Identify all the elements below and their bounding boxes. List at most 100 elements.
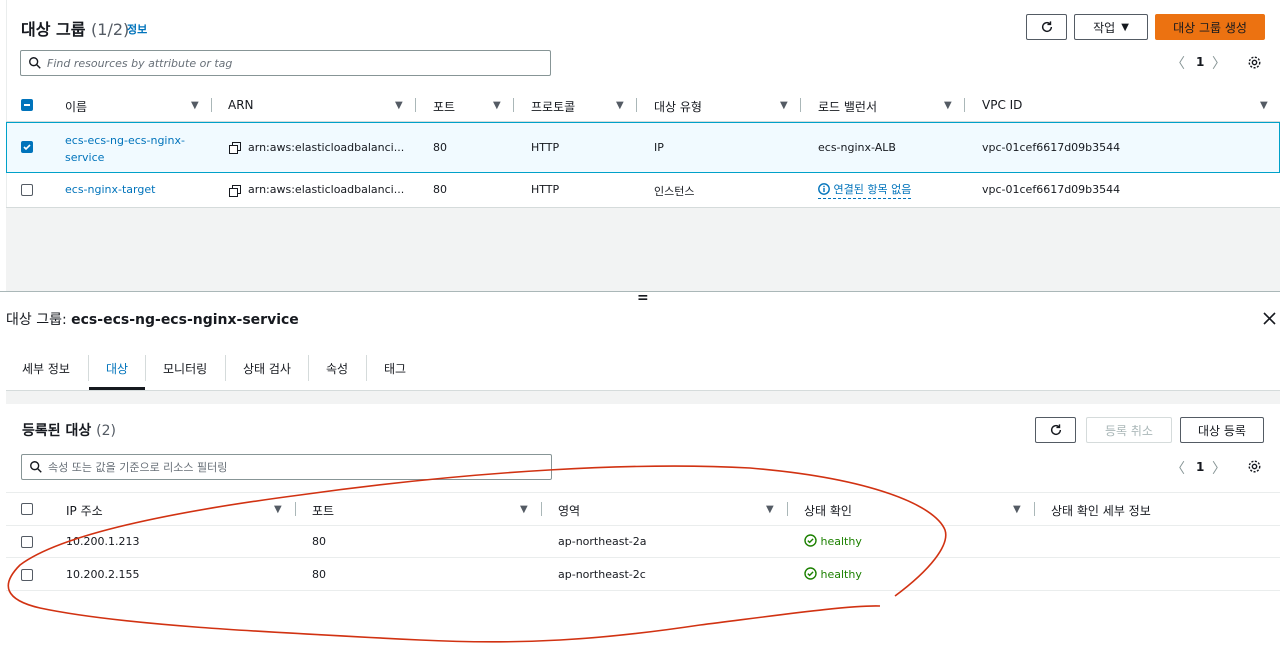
col-ip-address[interactable]: IP 주소 [66, 502, 103, 519]
target-groups-title-text: 대상 그룹 [21, 20, 86, 39]
port-value: 80 [312, 535, 326, 548]
tab-divider [308, 355, 309, 381]
settings-icon[interactable] [1247, 459, 1262, 474]
create-target-group-button[interactable]: 대상 그룹 생성 [1155, 14, 1265, 40]
tab-monitoring[interactable]: 모니터링 [163, 360, 207, 377]
row-checkbox[interactable] [21, 569, 33, 581]
caret-down-icon[interactable]: ▼ [616, 100, 624, 111]
detail-title-prefix: 대상 그룹: [6, 312, 67, 328]
tab-divider [145, 355, 146, 381]
actions-label: 작업 [1093, 20, 1116, 35]
col-vpc-id[interactable]: VPC ID [982, 98, 1022, 112]
chevron-right-icon[interactable]: 〉 [1212, 458, 1226, 478]
arn-value: arn:aws:elasticloadbalanci... [248, 183, 405, 196]
tab-details[interactable]: 세부 정보 [22, 360, 70, 377]
column-divider [636, 98, 637, 112]
caret-down-icon[interactable]: ▼ [274, 504, 282, 515]
chevron-left-icon[interactable]: 〈 [1171, 458, 1185, 478]
refresh-button[interactable] [1026, 14, 1067, 40]
target-type-value: IP [654, 141, 664, 154]
tab-attributes[interactable]: 속성 [326, 360, 348, 377]
tab-tags[interactable]: 태그 [384, 360, 406, 377]
copy-icon[interactable] [229, 185, 241, 197]
divider [6, 557, 1280, 558]
caret-down-icon[interactable]: ▼ [780, 100, 788, 111]
column-divider [964, 98, 965, 112]
target-group-name-link[interactable]: ecs-ecs-ng-ecs-nginx- service [65, 132, 185, 166]
caret-down-icon[interactable]: ▼ [766, 504, 774, 515]
deregister-label: 등록 취소 [1105, 423, 1153, 438]
caret-down-icon[interactable]: ▼ [944, 100, 952, 111]
create-label: 대상 그룹 생성 [1173, 20, 1247, 35]
row-checkbox[interactable] [21, 184, 33, 196]
health-status: healthy [804, 567, 862, 581]
vpc-id-value: vpc-01cef6617d09b3544 [982, 183, 1121, 196]
port-value: 80 [433, 141, 447, 154]
divider [6, 590, 1280, 591]
caret-down-icon[interactable]: ▼ [191, 100, 199, 111]
registered-count: (2) [96, 423, 116, 439]
detail-title: 대상 그룹: ecs-ecs-ng-ecs-nginx-service [6, 309, 299, 329]
page-number[interactable]: 1 [1196, 460, 1204, 474]
select-all-checkbox[interactable] [21, 99, 33, 111]
splitter-handle[interactable]: = [637, 290, 649, 306]
status-ok-icon [804, 567, 817, 580]
col-health-status[interactable]: 상태 확인 [804, 502, 852, 519]
ip-value: 10.200.2.155 [66, 568, 140, 581]
divider [6, 492, 1280, 493]
row-checkbox[interactable] [21, 141, 33, 153]
detail-title-name: ecs-ecs-ng-ecs-nginx-service [71, 312, 299, 328]
row-checkbox[interactable] [21, 536, 33, 548]
tab-targets[interactable]: 대상 [106, 360, 128, 377]
registered-targets-title: 등록된 대상 (2) [22, 420, 116, 440]
zone-value: ap-northeast-2c [558, 568, 646, 581]
target-group-name-link[interactable]: ecs-nginx-target [65, 183, 155, 196]
registered-title-text: 등록된 대상 [22, 423, 92, 439]
caret-down-icon[interactable]: ▼ [1260, 100, 1268, 111]
caret-down-icon[interactable]: ▼ [395, 100, 403, 111]
actions-dropdown[interactable]: 작업 ▼ [1074, 14, 1148, 40]
select-all-targets-checkbox[interactable] [21, 503, 33, 515]
col-zone[interactable]: 영역 [558, 502, 580, 519]
search-icon [29, 57, 41, 69]
table-empty-area [6, 208, 1280, 292]
port-value: 80 [433, 183, 447, 196]
caret-down-icon[interactable]: ▼ [520, 504, 528, 515]
settings-icon[interactable] [1247, 55, 1262, 70]
copy-icon[interactable] [229, 142, 241, 154]
col-protocol[interactable]: 프로토콜 [531, 98, 575, 115]
col-arn[interactable]: ARN [228, 98, 254, 112]
chevron-right-icon[interactable]: 〉 [1212, 53, 1226, 73]
caret-down-icon[interactable]: ▼ [1013, 504, 1021, 515]
target-groups-title: 대상 그룹 (1/2) [21, 16, 129, 40]
tab-divider [366, 355, 367, 381]
tab-divider [225, 355, 226, 381]
col-load-balancer[interactable]: 로드 밸런서 [818, 98, 877, 115]
register-targets-button[interactable]: 대상 등록 [1180, 417, 1264, 443]
col-target-type[interactable]: 대상 유형 [654, 98, 702, 115]
close-icon[interactable] [1263, 312, 1276, 325]
status-ok-icon [804, 534, 817, 547]
resource-search-input[interactable]: Find resources by attribute or tag [20, 50, 551, 76]
refresh-icon [1041, 21, 1052, 33]
chevron-left-icon[interactable]: 〈 [1171, 53, 1185, 73]
deregister-button[interactable]: 등록 취소 [1086, 417, 1172, 443]
health-status-text: healthy [820, 568, 862, 581]
column-divider [541, 502, 542, 516]
info-icon [818, 183, 830, 195]
no-associated-lb[interactable]: 연결된 항목 없음 [818, 181, 912, 199]
vpc-id-value: vpc-01cef6617d09b3544 [982, 141, 1121, 154]
zone-value: ap-northeast-2a [558, 535, 647, 548]
refresh-targets-button[interactable] [1035, 417, 1076, 443]
column-divider [513, 98, 514, 112]
page-number[interactable]: 1 [1196, 55, 1204, 69]
tab-health-checks[interactable]: 상태 검사 [243, 360, 291, 377]
search-icon [30, 461, 42, 473]
col-port[interactable]: 포트 [433, 98, 455, 115]
info-link[interactable]: 정보 [127, 21, 147, 37]
caret-down-icon[interactable]: ▼ [493, 100, 501, 111]
col-port[interactable]: 포트 [312, 502, 334, 519]
caret-down-icon: ▼ [1121, 21, 1129, 33]
targets-filter-input[interactable]: 속성 또는 값을 기준으로 리소스 필터링 [21, 454, 552, 480]
col-name[interactable]: 이름 [65, 98, 87, 115]
